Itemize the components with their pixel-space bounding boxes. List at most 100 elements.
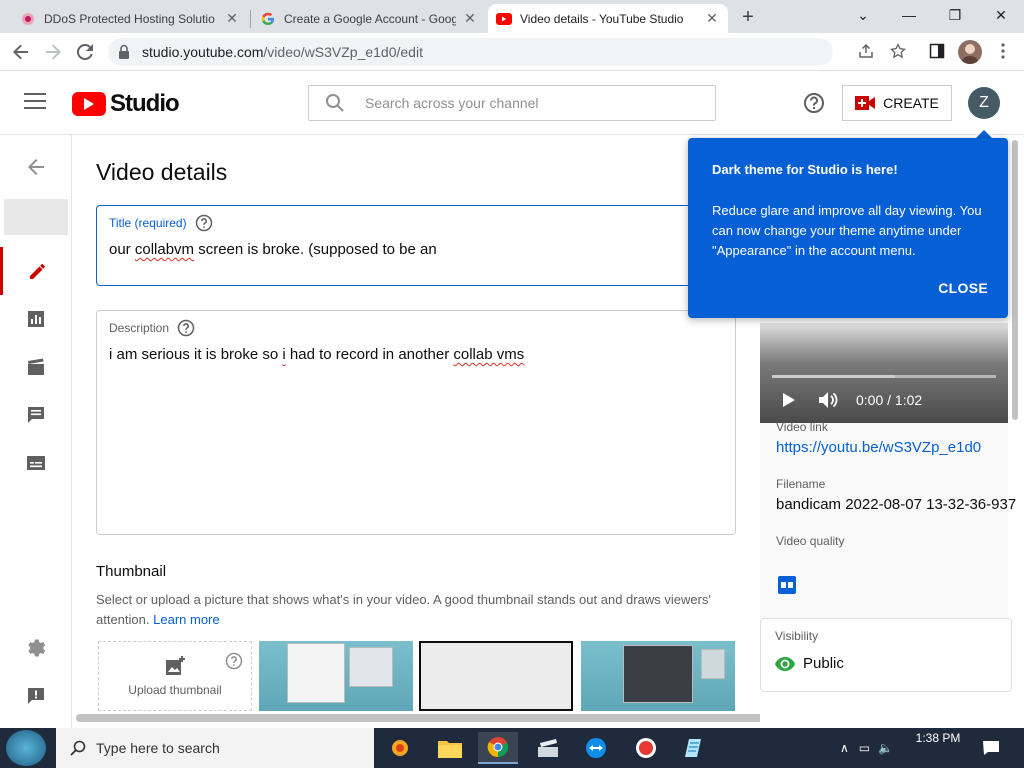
search-placeholder: Search across your channel	[365, 95, 539, 111]
help-icon[interactable]	[177, 319, 195, 337]
tray-icons: ∧ ▭ 🔈	[840, 728, 893, 768]
account-avatar[interactable]: Z	[968, 87, 1000, 119]
rail-item-details[interactable]	[0, 247, 72, 295]
bookmark-star-icon[interactable]	[887, 40, 909, 62]
visibility-text: Public	[803, 655, 844, 672]
title-text: our	[109, 241, 135, 258]
bonzi-app-icon[interactable]	[380, 732, 420, 764]
auto-thumbnail-3[interactable]	[581, 641, 735, 711]
help-icon[interactable]	[803, 92, 825, 114]
description-text: had to record in another	[285, 346, 454, 363]
video-link[interactable]: https://youtu.be/wS3VZp_e1d0	[776, 439, 981, 456]
minimize-button[interactable]: —	[886, 0, 932, 30]
youtube-icon	[496, 11, 512, 27]
create-video-icon	[855, 96, 876, 110]
search-icon	[325, 93, 345, 113]
description-field[interactable]: Description i am serious it is broke so …	[96, 310, 736, 535]
play-icon[interactable]	[782, 389, 796, 411]
clapperboard-icon	[28, 358, 44, 375]
left-navigation-rail	[0, 135, 72, 728]
address-bar[interactable]: studio.youtube.com/video/wS3VZp_e1d0/edi…	[108, 38, 833, 66]
popup-close-button[interactable]: CLOSE	[938, 280, 988, 296]
video-link-label: Video link	[776, 420, 828, 434]
new-tab-button[interactable]: +	[737, 6, 759, 28]
visibility-card[interactable]: Visibility Public	[760, 618, 1012, 692]
auto-thumbnail-2-selected[interactable]	[419, 641, 573, 711]
rail-item-subtitles[interactable]	[0, 439, 72, 487]
help-icon[interactable]	[225, 652, 243, 670]
video-thumbnail-mini[interactable]	[4, 199, 68, 235]
chrome-icon[interactable]	[478, 732, 518, 764]
thumbnail-window	[349, 647, 393, 687]
description-misspelled-word: collab vms	[453, 346, 525, 363]
bandicam-record-icon[interactable]	[626, 732, 666, 764]
create-button[interactable]: CREATE	[842, 85, 952, 121]
tab-ddos-hosting[interactable]: DDoS Protected Hosting Solutio ✕	[12, 4, 248, 33]
page-title: Video details	[96, 159, 228, 185]
tab-close-icon[interactable]: ✕	[462, 10, 478, 27]
notifications-icon[interactable]	[982, 728, 1000, 768]
thumbnail-description: Select or upload a picture that shows wh…	[96, 590, 736, 630]
side-panel-icon[interactable]	[926, 40, 948, 62]
teamviewer-icon[interactable]	[576, 732, 616, 764]
rail-item-feedback[interactable]	[0, 672, 72, 720]
video-progress-bar[interactable]	[772, 375, 996, 378]
install-app-icon[interactable]	[528, 732, 568, 764]
notepad-icon[interactable]	[674, 732, 714, 764]
tab-title: Create a Google Account - Goog	[284, 11, 456, 26]
upload-thumbnail-button[interactable]: Upload thumbnail	[98, 641, 252, 711]
tray-chevron-icon[interactable]: ∧	[840, 741, 849, 755]
start-button[interactable]	[6, 730, 46, 766]
title-misspelled-word: collabvm	[134, 241, 195, 258]
network-icon[interactable]: ▭	[859, 741, 870, 755]
back-arrow-icon[interactable]	[10, 41, 32, 63]
video-time: 0:00 / 1:02	[856, 392, 923, 408]
back-to-channel-button[interactable]	[0, 143, 72, 191]
tab-search-icon[interactable]: ⌄	[840, 0, 886, 30]
title-field-label: Title (required)	[109, 214, 723, 232]
browser-menu-icon[interactable]	[992, 40, 1014, 62]
taskbar-clock[interactable]: 1:38 PM	[908, 731, 968, 745]
back-arrow-icon	[28, 159, 44, 175]
reload-icon[interactable]	[74, 41, 96, 63]
tab-close-icon[interactable]: ✕	[704, 10, 720, 27]
tab-title: DDoS Protected Hosting Solutio	[44, 11, 215, 26]
dark-theme-announcement-popup: Dark theme for Studio is here! Reduce gl…	[688, 138, 1008, 318]
lock-icon	[118, 44, 134, 60]
tab-google-account[interactable]: Create a Google Account - Goog ✕	[252, 4, 486, 33]
forward-arrow-icon[interactable]	[42, 41, 64, 63]
thumbnail-section-title: Thumbnail	[96, 563, 167, 580]
rail-item-comments[interactable]	[0, 391, 72, 439]
filename-label: Filename	[776, 477, 826, 491]
tab-title: Video details - YouTube Studio	[520, 11, 684, 26]
browser-profile-avatar[interactable]	[958, 40, 982, 64]
tab-close-icon[interactable]: ✕	[224, 10, 240, 27]
volume-icon[interactable]: 🔈	[878, 741, 893, 755]
learn-more-link[interactable]: Learn more	[153, 612, 219, 627]
share-icon[interactable]	[855, 40, 877, 62]
channel-search-input[interactable]: Search across your channel	[308, 85, 716, 121]
rail-item-editor[interactable]	[0, 343, 72, 391]
file-explorer-icon[interactable]	[430, 732, 470, 764]
popup-pointer	[976, 130, 992, 138]
rail-item-settings[interactable]	[0, 624, 72, 672]
help-icon[interactable]	[195, 214, 213, 232]
restore-button[interactable]: ❐	[932, 0, 978, 30]
title-field[interactable]: Title (required) our collabvm screen is …	[96, 205, 736, 286]
taskbar-search-box[interactable]: Type here to search	[56, 728, 374, 768]
youtube-studio-logo[interactable]: Studio	[72, 90, 180, 118]
rail-item-analytics[interactable]	[0, 295, 72, 343]
youtube-play-logo-icon	[72, 92, 106, 116]
analytics-icon	[28, 311, 44, 327]
description-text: i am serious it is broke so	[109, 346, 283, 363]
auto-thumbnail-1[interactable]	[259, 641, 413, 711]
description-label-text: Description	[109, 321, 170, 335]
hamburger-menu-icon[interactable]	[24, 93, 46, 113]
close-window-button[interactable]: ✕	[978, 0, 1024, 30]
search-icon	[70, 740, 86, 756]
popup-title: Dark theme for Studio is here!	[712, 162, 898, 177]
volume-icon[interactable]	[818, 389, 840, 411]
video-player[interactable]: 0:00 / 1:02	[760, 323, 1008, 423]
vertical-scrollbar[interactable]	[1012, 140, 1018, 420]
tab-youtube-studio[interactable]: Video details - YouTube Studio ✕	[488, 4, 728, 33]
